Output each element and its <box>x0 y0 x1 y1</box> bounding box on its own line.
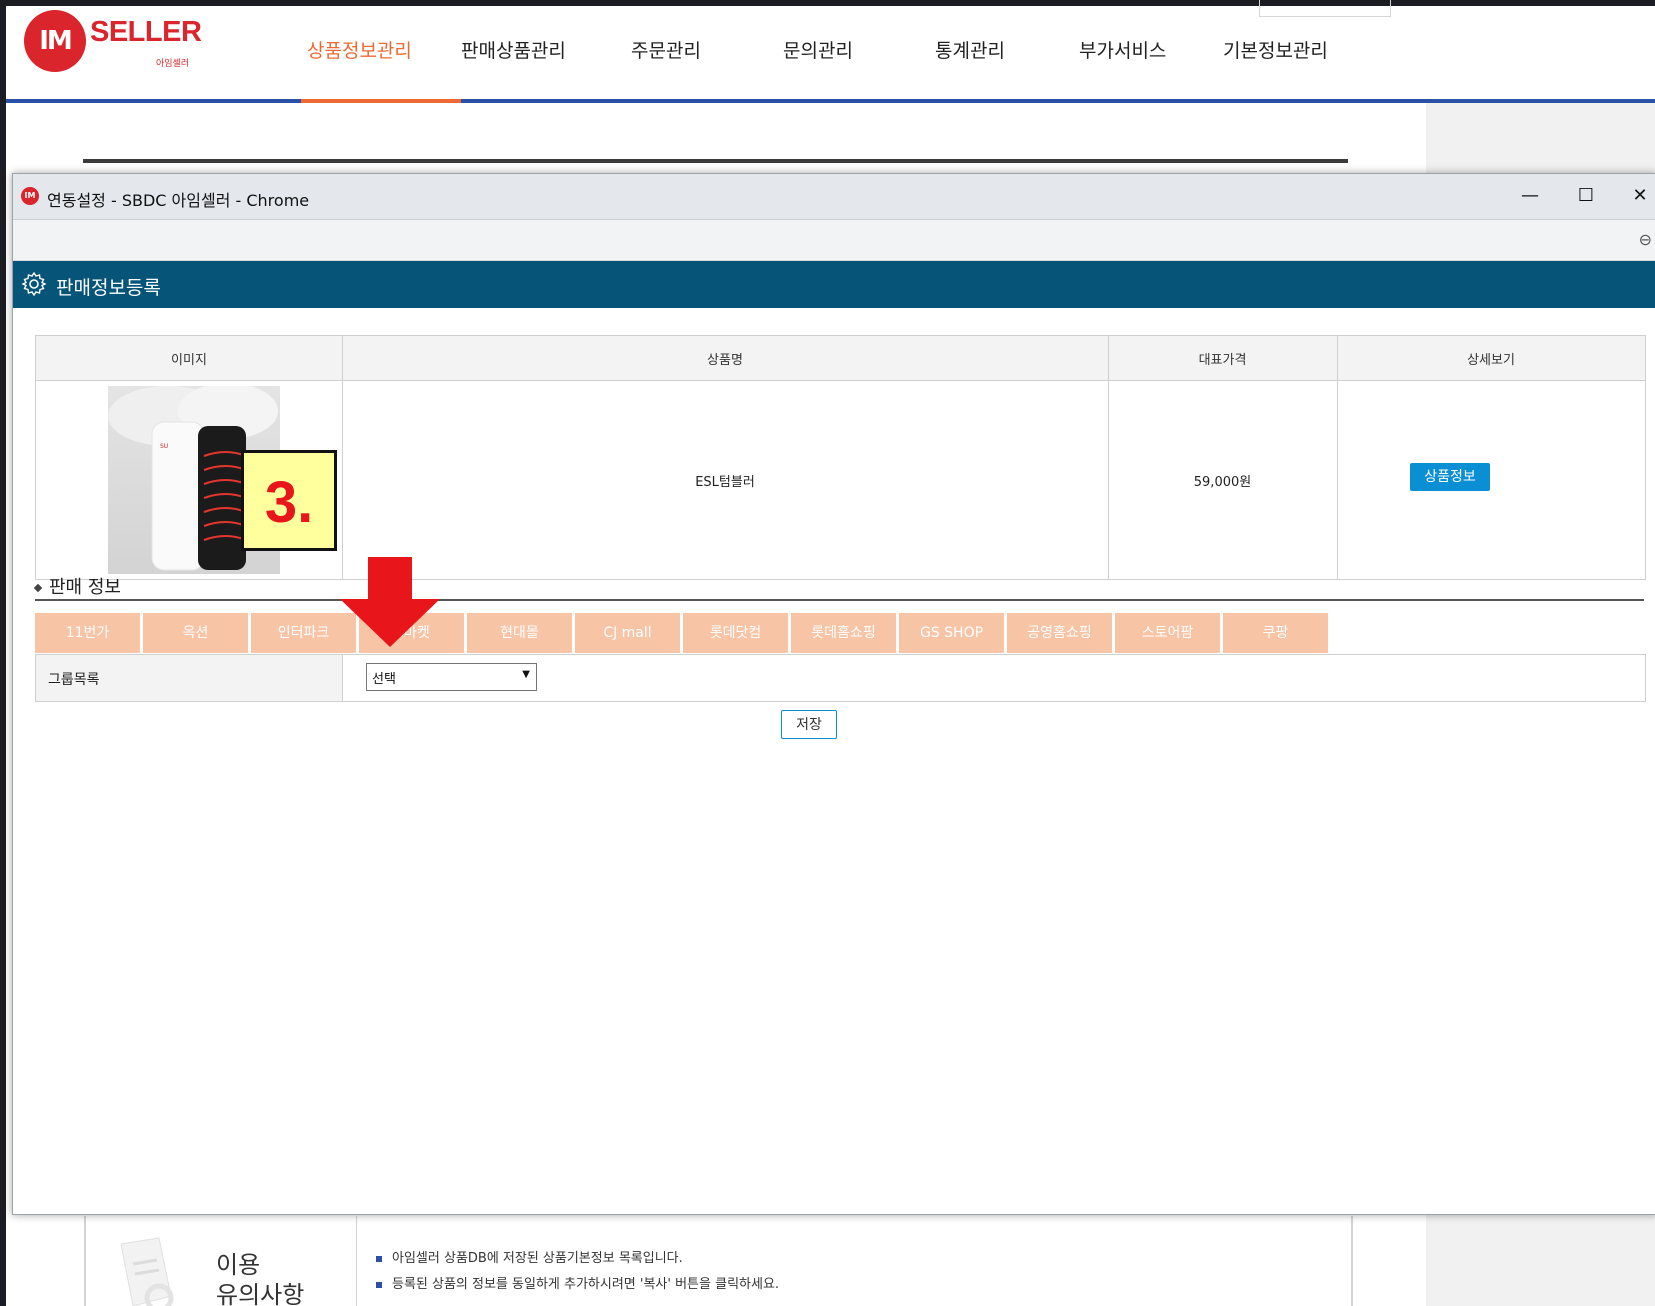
nav-orders[interactable]: 주문관리 <box>631 36 701 63</box>
active-nav-underline <box>301 99 461 103</box>
dropdown-arrow-icon: ▼ <box>522 669 530 680</box>
window-title: 연동설정 - SBDC 아임셀러 - Chrome <box>47 191 310 210</box>
nav-product-info[interactable]: 상품정보관리 <box>307 36 412 63</box>
svg-text:SU: SU <box>160 443 168 450</box>
red-arrow-annotation <box>340 557 440 647</box>
section-title: 판매정보등록 <box>56 277 161 299</box>
nav-inquiries[interactable]: 문의관리 <box>783 36 853 63</box>
close-button[interactable]: ✕ <box>1620 182 1655 210</box>
notice-line-1-text: 아임셀러 상품DB에 저장된 상품기본정보 목록입니다. <box>392 1251 683 1266</box>
seller-logo[interactable]: IM SELLER 아임셀러 <box>24 10 202 80</box>
zoom-icon[interactable]: ⊖ <box>1639 230 1652 249</box>
notice-document-icon <box>120 1237 174 1306</box>
save-button[interactable]: 저장 <box>781 710 837 739</box>
product-info-button[interactable]: 상품정보 <box>1410 463 1490 491</box>
tab-auction[interactable]: 옥션 <box>143 613 248 653</box>
notice-title-line2: 유의사항 <box>216 1281 305 1306</box>
header-detail: 상세보기 <box>1467 353 1515 368</box>
logo-mark: IM <box>24 10 86 72</box>
logo-subtext: 아임셀러 <box>156 59 190 69</box>
group-list-label-cell: 그룹목록 <box>36 655 343 701</box>
column-divider <box>1337 336 1338 579</box>
bullet-icon <box>376 1255 382 1262</box>
maximize-button[interactable]: ☐ <box>1566 182 1606 210</box>
notice-title: 이용 유의사항 <box>216 1250 304 1306</box>
diamond-bullet-icon <box>33 583 43 593</box>
minimize-button[interactable]: — <box>1510 182 1550 210</box>
notice-line-2-text: 등록된 상품의 정보를 동일하게 추가하시려면 '복사' 버튼을 클릭하세요. <box>392 1277 780 1292</box>
tab-coupang[interactable]: 쿠팡 <box>1223 613 1328 653</box>
popup-window: IM 연동설정 - SBDC 아임셀러 - Chrome — ☐ ✕ ⊖ 판매정… <box>12 173 1655 1215</box>
window-titlebar[interactable]: IM 연동설정 - SBDC 아임셀러 - Chrome — ☐ ✕ <box>13 174 1655 220</box>
logo-text: SELLER <box>90 16 202 48</box>
nav-statistics[interactable]: 통계관리 <box>935 36 1005 63</box>
product-price: 59,000원 <box>1193 475 1252 490</box>
header-price: 대표가격 <box>1198 353 1247 368</box>
group-list-row: 그룹목록 <box>35 654 1646 702</box>
sales-info-rule <box>35 599 1644 601</box>
notice-line-1: 아임셀러 상품DB에 저장된 상품기본정보 목록입니다. <box>376 1247 683 1266</box>
top-search-box[interactable] <box>1259 0 1391 17</box>
app-icon: IM <box>21 187 39 205</box>
site-header: IM SELLER 아임셀러 상품정보관리 판매상품관리 주문관리 문의관리 통… <box>6 0 1655 103</box>
notice-line-2: 등록된 상품의 정보를 동일하게 추가하시려면 '복사' 버튼을 클릭하세요. <box>376 1273 779 1292</box>
bullet-icon <box>376 1281 382 1288</box>
tab-11st[interactable]: 11번가 <box>35 613 140 653</box>
group-select-value: 선택 <box>372 672 396 687</box>
tab-cj-mall[interactable]: CJ mall <box>575 613 680 653</box>
group-list-label: 그룹목록 <box>48 672 100 688</box>
screenshot-stage: IM SELLER 아임셀러 상품정보관리 판매상품관리 주문관리 문의관리 통… <box>0 0 1655 1306</box>
tab-public-homeshopping[interactable]: 공영홈쇼핑 <box>1007 613 1112 653</box>
column-divider <box>1108 336 1109 579</box>
product-name: ESL텀블러 <box>695 475 755 490</box>
step-badge-annotation: 3. <box>241 450 337 551</box>
notice-divider <box>356 1216 357 1306</box>
header-product-name: 상품명 <box>707 353 743 368</box>
address-bar: ⊖ <box>13 220 1655 261</box>
settings-gear-icon <box>21 271 47 297</box>
tab-gs-shop[interactable]: GS SHOP <box>899 613 1004 653</box>
tab-lotte-com[interactable]: 롯데닷컴 <box>683 613 788 653</box>
tab-hyundai-mall[interactable]: 현대몰 <box>467 613 572 653</box>
notice-title-line1: 이용 <box>216 1251 261 1279</box>
tab-lotte-homeshopping[interactable]: 롯데홈쇼핑 <box>791 613 896 653</box>
nav-extra-services[interactable]: 부가서비스 <box>1079 36 1166 63</box>
sales-info-title: 판매 정보 <box>33 573 121 599</box>
content-divider <box>83 159 1348 163</box>
group-select[interactable]: 선택 ▼ <box>366 663 537 691</box>
sales-info-title-text: 판매 정보 <box>49 577 121 598</box>
notice-box: 이용 유의사항 아임셀러 상품DB에 저장된 상품기본정보 목록입니다. 등록된… <box>84 1216 1353 1306</box>
section-header: 판매정보등록 <box>13 261 1655 308</box>
header-image: 이미지 <box>171 353 207 368</box>
tab-storefarm[interactable]: 스토어팜 <box>1115 613 1220 653</box>
nav-sales-products[interactable]: 판매상품관리 <box>461 36 566 63</box>
column-divider <box>342 336 343 579</box>
nav-basic-info[interactable]: 기본정보관리 <box>1223 36 1328 63</box>
